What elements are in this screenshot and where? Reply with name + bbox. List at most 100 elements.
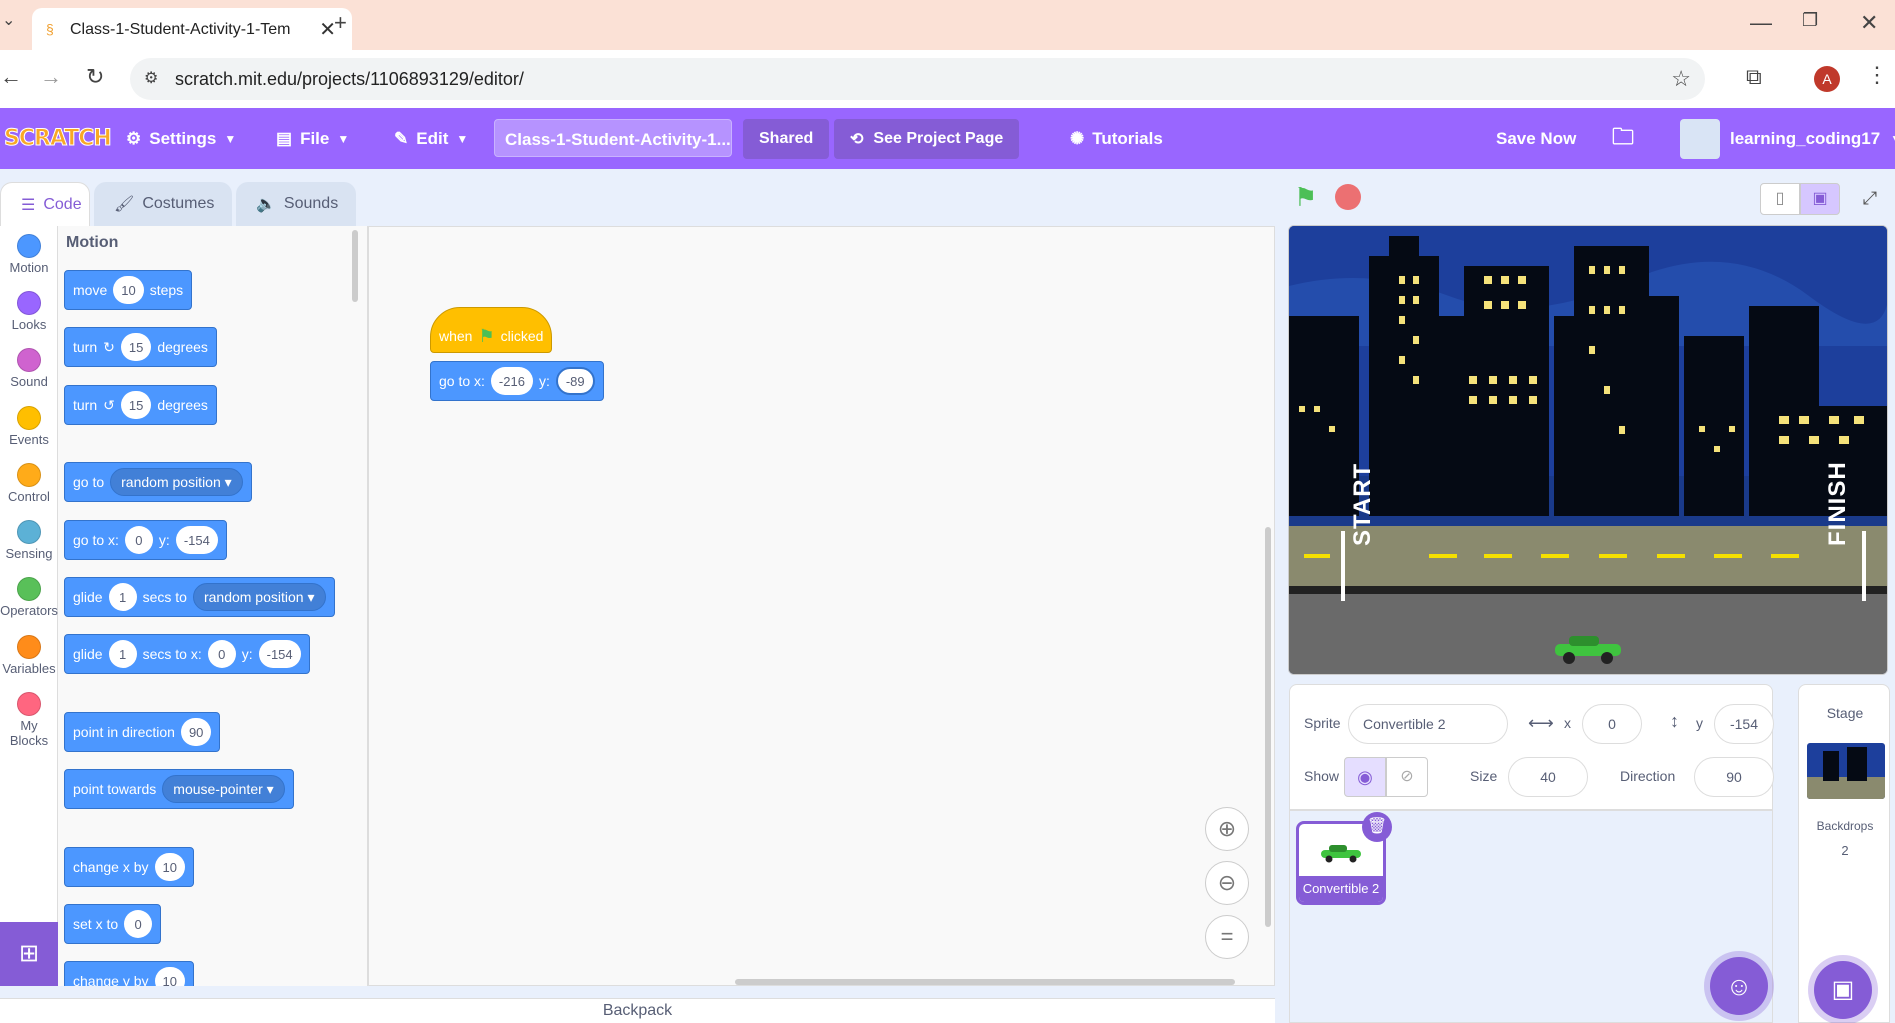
workspace-vertical-scrollbar[interactable] [1265,527,1271,927]
category-motion[interactable]: Motion [0,234,58,275]
block-dropdown[interactable]: random position ▾ [192,583,326,611]
go-to-xy-block[interactable]: go to x: -216 y: -89 [430,361,604,401]
set-x-block[interactable]: set x to 0 [64,904,162,944]
zoom-in-button[interactable]: ⊕ [1205,807,1249,851]
extensions-icon[interactable]: ⧉ [1746,64,1762,90]
close-window-icon[interactable]: ✕ [1860,10,1878,36]
change-y-block[interactable]: change y by 10 [64,961,194,986]
zoom-reset-button[interactable]: = [1205,915,1249,959]
save-now-button[interactable]: Save Now [1496,108,1576,169]
glide-xy-block[interactable]: glide 1 secs to x: 0 y: -154 [64,634,310,674]
block-dropdown[interactable]: mouse-pointer ▾ [162,775,285,803]
block-input[interactable]: 15 [120,391,152,419]
my-stuff-folder-icon[interactable]: 🗀 [1612,108,1634,169]
block-input[interactable]: 0 [124,910,153,938]
account-menu[interactable]: learning_coding17 ▼ [1680,108,1895,169]
block-input[interactable]: 10 [154,967,185,986]
choose-backdrop-button[interactable]: ▣ [1814,961,1872,1019]
show-hidden-button[interactable]: ⊘ [1386,757,1428,797]
zoom-out-button[interactable]: ⊖ [1205,861,1249,905]
tab-costumes[interactable]: 🖌 Costumes [94,182,232,226]
block-input[interactable]: 10 [113,276,144,304]
block-input[interactable]: 15 [120,333,152,361]
sprite-name-input[interactable]: Convertible 2 [1348,704,1508,744]
block-input[interactable]: 90 [180,718,212,746]
browser-tab[interactable]: § Class-1-Student-Activity-1-Tem ✕ [32,8,352,50]
reload-icon[interactable]: ↻ [86,64,104,90]
block-dropdown[interactable]: random position ▾ [110,468,243,496]
point-towards-block[interactable]: point towards mouse-pointer ▾ [64,769,294,809]
backpack-bar[interactable]: Backpack [0,998,1275,1023]
browser-menu-icon[interactable]: ⋮ [1866,62,1888,88]
address-bar[interactable]: ⚙ scratch.mit.edu/projects/1106893129/ed… [130,58,1705,100]
category-control[interactable]: Control [0,463,58,504]
move-steps-block[interactable]: move 10 steps [64,270,193,310]
turn-left-block[interactable]: turn ↺ 15 degrees [64,385,217,425]
tab-code[interactable]: ☰ Code [0,182,90,226]
tab-list-icon[interactable]: ⌄ [2,10,15,30]
category-dot [17,348,41,372]
block-input[interactable]: -216 [490,367,533,395]
category-sound[interactable]: Sound [0,348,58,389]
glide-to-block[interactable]: glide 1 secs to random position ▾ [64,577,335,617]
x-input[interactable]: 0 [1582,704,1642,744]
stop-sign-icon[interactable] [1335,184,1361,210]
scratch-logo[interactable]: SCRATCH [4,126,113,152]
project-title-input[interactable]: Class-1-Student-Activity-1... [494,119,732,157]
category-looks[interactable]: Looks [0,291,58,332]
profile-avatar[interactable]: A [1814,66,1840,92]
tutorials-menu[interactable]: ✺ Tutorials [1070,108,1163,169]
change-x-block[interactable]: change x by 10 [64,847,194,887]
category-dot [17,406,41,430]
go-to-block[interactable]: go to random position ▾ [64,462,252,502]
block-input[interactable]: 0 [124,526,153,554]
y-input[interactable]: -154 [1714,704,1774,744]
shared-button[interactable]: Shared [743,119,830,159]
tab-sounds[interactable]: 🔈 Sounds [236,182,356,226]
fullscreen-icon[interactable]: ⤢ [1852,183,1888,215]
script-workspace[interactable]: when ⚑ clicked go to x: -216 y: -89 ⊕ ⊖ = [368,226,1275,986]
see-project-page-button[interactable]: ⟲ See Project Page [834,119,1020,159]
point-in-direction-block[interactable]: point in direction 90 [64,712,221,752]
palette-scrollbar[interactable] [352,230,358,302]
back-icon[interactable]: ← [0,64,22,90]
new-tab-icon[interactable]: + [334,10,347,36]
go-to-xy-block[interactable]: go to x: 0 y: -154 [64,520,227,560]
size-input[interactable]: 40 [1508,757,1588,797]
stage-canvas[interactable]: START FINISH [1288,225,1888,675]
settings-menu[interactable]: ⚙ Settings ▼ [126,108,236,169]
category-events[interactable]: Events [0,406,58,447]
category-my-blocks[interactable]: My Blocks [0,692,58,748]
category-variables[interactable]: Variables [0,635,58,676]
choose-sprite-button[interactable]: ☺ [1710,957,1768,1015]
site-info-icon[interactable]: ⚙ [144,68,158,88]
category-operators[interactable]: Operators [0,577,58,618]
turn-right-block[interactable]: turn ↻ 15 degrees [64,327,217,367]
green-flag-icon[interactable]: ⚑ [1294,182,1317,213]
edit-menu[interactable]: ✎ Edit ▼ [394,108,468,169]
small-stage-icon[interactable]: ▯ [1760,183,1800,215]
caret-down-icon: ▼ [456,131,469,146]
cat-add-icon: ☺ [1725,971,1753,1001]
block-input[interactable]: 0 [207,640,236,668]
when-flag-clicked-block[interactable]: when ⚑ clicked [430,307,552,353]
large-stage-icon[interactable]: ▣ [1800,183,1840,215]
show-visible-button[interactable]: ◉ [1344,757,1386,797]
restore-icon[interactable]: ❐ [1802,10,1818,31]
forward-icon[interactable]: → [40,64,62,90]
bookmark-star-icon[interactable]: ☆ [1671,66,1691,92]
block-input[interactable]: 1 [108,640,137,668]
block-input[interactable]: 1 [108,583,137,611]
block-input[interactable]: -154 [258,640,301,668]
block-input[interactable]: -154 [175,526,218,554]
minimize-icon[interactable]: — [1750,10,1772,36]
add-extension-button[interactable]: ⊞ [0,922,58,986]
delete-sprite-button[interactable]: 🗑 [1362,812,1392,842]
block-input[interactable]: 10 [154,853,185,881]
category-sensing[interactable]: Sensing [0,520,58,561]
stage-target-panel[interactable]: Stage Backdrops 2 ▣ [1798,684,1890,1023]
direction-input[interactable]: 90 [1694,757,1774,797]
block-input[interactable]: -89 [555,367,595,395]
file-menu[interactable]: ▤ File ▼ [276,108,349,169]
workspace-horizontal-scrollbar[interactable] [735,979,1235,985]
